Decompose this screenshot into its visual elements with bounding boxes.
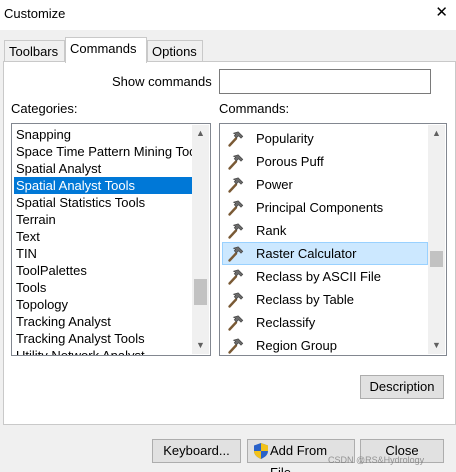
commands-label: Commands: [219,101,290,116]
keyboard-button[interactable]: Keyboard... [152,439,241,463]
hammer-icon [227,153,245,171]
scroll-down-icon[interactable]: ▼ [428,337,445,354]
categories-list[interactable]: Snapping Space Time Pattern Mining Toc Spa… [11,123,211,356]
command-item[interactable]: Power [222,173,428,196]
command-label: Reclass by Table [256,292,355,307]
hammer-icon [227,314,245,332]
category-item[interactable]: Spatial Analyst Tools [14,177,193,194]
command-item[interactable]: Porous Puff [222,150,428,173]
tab-strip: Toolbars Commands Options [4,37,456,63]
command-label: Principal Components [256,200,384,215]
scroll-up-icon[interactable]: ▲ [192,125,209,142]
category-item[interactable]: TIN [14,245,193,262]
category-item[interactable]: Snapping [14,126,193,143]
command-label: Porous Puff [256,154,324,169]
category-item[interactable]: Text [14,228,193,245]
hammer-icon [227,222,245,240]
command-item[interactable]: Raster Calculator [222,242,428,265]
command-label: Reclassify [256,315,316,330]
command-label: Rank [256,223,287,238]
categories-scrollbar[interactable]: ▲ ▼ [192,125,209,354]
category-item[interactable]: Utility Network Analyst [14,347,193,355]
description-button[interactable]: Description [360,375,444,399]
show-commands-input[interactable] [219,69,431,94]
category-item[interactable]: Spatial Statistics Tools [14,194,193,211]
category-item[interactable]: Topology [14,296,193,313]
tab-toolbars[interactable]: Toolbars [4,40,65,62]
window-title: Customize [4,6,66,21]
category-item[interactable]: Space Time Pattern Mining Toc [14,143,193,160]
category-item[interactable]: Tools [14,279,193,296]
commands-scrollbar[interactable]: ▲ ▼ [428,125,445,354]
hammer-icon [227,291,245,309]
hammer-icon [227,268,245,286]
scroll-thumb[interactable] [430,250,443,267]
uac-shield-icon [254,443,268,459]
category-item[interactable]: Terrain [14,211,193,228]
command-label: Popularity [256,131,314,146]
categories-label: Categories: [11,101,78,116]
scroll-up-icon[interactable]: ▲ [428,125,445,142]
title-bar: Customize ✕ [0,0,456,30]
command-item[interactable]: Popularity [222,127,428,150]
category-item[interactable]: ToolPalettes [14,262,193,279]
hammer-icon [227,130,245,148]
hammer-icon [227,199,245,217]
command-label: Raster Calculator [256,246,357,261]
hammer-icon [227,176,245,194]
hammer-icon [227,245,245,263]
command-label: Region Group [256,338,337,353]
category-item[interactable]: Tracking Analyst Tools [14,330,193,347]
scroll-thumb[interactable] [194,278,207,305]
command-item[interactable]: Reclass by Table [222,288,428,311]
command-item[interactable]: Region Group [222,334,428,355]
show-commands-label: Show commands [112,74,212,89]
tab-options[interactable]: Options [147,40,203,62]
add-from-file-label: Add From File... [270,443,328,472]
command-item[interactable]: Rank [222,219,428,242]
watermark: CSDN @RS&Hydrology [328,455,425,465]
tab-commands[interactable]: Commands [65,37,147,63]
category-item[interactable]: Tracking Analyst [14,313,193,330]
scroll-down-icon[interactable]: ▼ [192,337,209,354]
command-item[interactable]: Reclassify [222,311,428,334]
command-label: Power [256,177,293,192]
command-label: Reclass by ASCII File [256,269,381,284]
hammer-icon [227,337,245,355]
command-item[interactable]: Reclass by ASCII File [222,265,428,288]
close-icon[interactable]: ✕ [435,5,448,20]
command-item[interactable]: Principal Components [222,196,428,219]
commands-list[interactable]: Popularity Porous Puff Power Principal Comp… [219,123,447,356]
category-item[interactable]: Spatial Analyst [14,160,193,177]
